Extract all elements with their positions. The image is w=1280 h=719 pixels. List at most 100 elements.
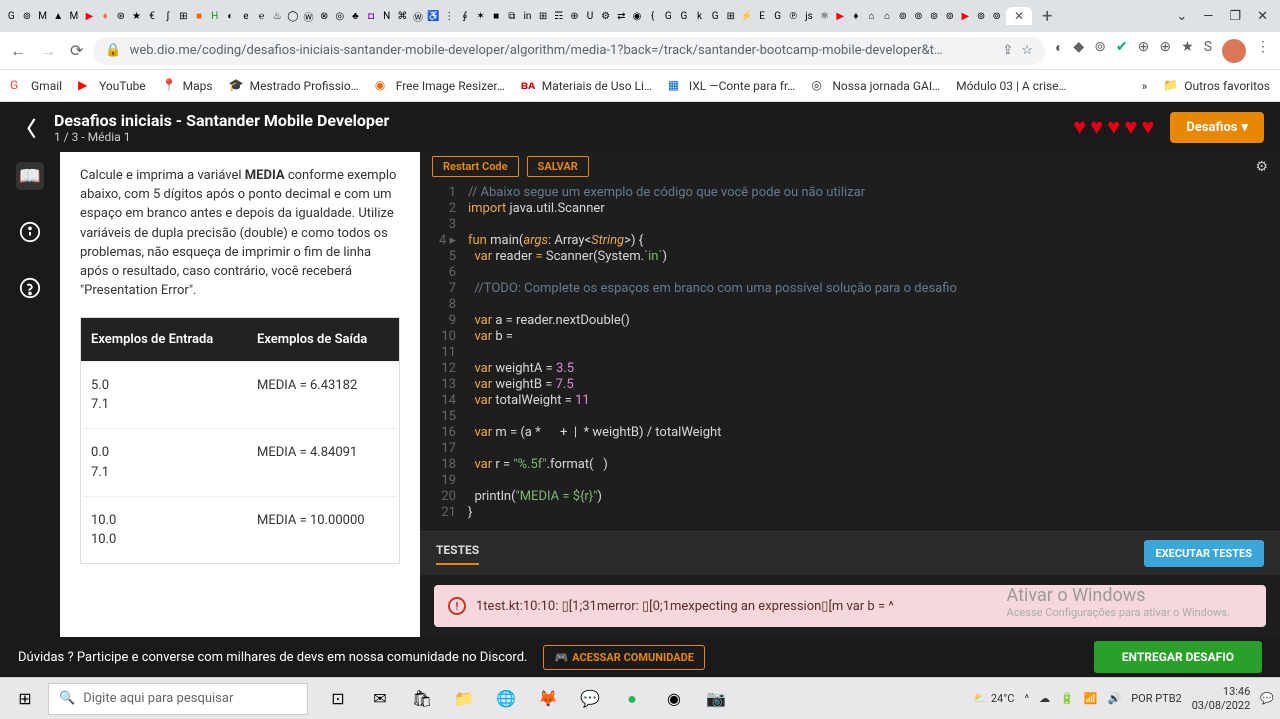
tab-icon[interactable]: ∫: [160, 6, 175, 26]
tab-icon[interactable]: ◎: [332, 6, 347, 26]
mail-icon[interactable]: ✉: [360, 682, 400, 716]
tab-icon[interactable]: N: [379, 6, 394, 26]
url-input[interactable]: 🔒 web.dio.me/coding/desafios-iniciais-sa…: [93, 37, 1045, 65]
extension-icon[interactable]: ✔: [1116, 39, 1128, 63]
tab-icon[interactable]: ◐: [223, 6, 238, 26]
tab-icon[interactable]: ⌘: [395, 6, 410, 26]
tab-icon[interactable]: ⊕: [567, 6, 582, 26]
bookmark-materiais[interactable]: ʙᴀMateriais de Uso Li…: [521, 78, 652, 94]
tab-icon[interactable]: ♿: [426, 6, 441, 26]
tab-icon[interactable]: ⚙: [598, 6, 613, 26]
window-maximize[interactable]: ❐: [1229, 9, 1241, 24]
tab-icon[interactable]: G: [661, 6, 676, 26]
run-tests-button[interactable]: EXECUTAR TESTES: [1144, 540, 1265, 567]
save-button[interactable]: SALVAR: [527, 156, 589, 177]
tab-icon[interactable]: ℗: [786, 6, 801, 26]
tab-icon[interactable]: ♦: [98, 6, 113, 26]
tab-icon[interactable]: ⊚: [989, 6, 1004, 26]
tab-icon[interactable]: e: [239, 6, 254, 26]
tab-icon[interactable]: k: [692, 6, 707, 26]
tab-icon[interactable]: ⌂: [880, 6, 895, 26]
other-bookmarks[interactable]: 📁Outros favoritos: [1163, 78, 1270, 94]
extension-icon[interactable]: ⊕: [1159, 39, 1171, 63]
book-icon[interactable]: 📖: [16, 162, 44, 190]
help-icon[interactable]: [16, 274, 44, 302]
info-icon[interactable]: [16, 218, 44, 246]
tab-icon[interactable]: G: [708, 6, 723, 26]
submit-challenge-button[interactable]: ENTREGAR DESAFIO: [1094, 641, 1262, 673]
tab-icon[interactable]: js: [802, 6, 817, 26]
extension-icon[interactable]: ◆: [1073, 39, 1084, 63]
firefox-icon[interactable]: 🦊: [528, 682, 568, 716]
bookmark-gai[interactable]: ◎Nossa jornada GAI…: [811, 78, 940, 94]
window-minimize[interactable]: —: [1203, 9, 1213, 24]
tab-icon[interactable]: ∮: [458, 6, 473, 26]
tab-icon[interactable]: M: [67, 6, 82, 26]
tray-icon[interactable]: 🔋: [1060, 692, 1074, 705]
tab-icon[interactable]: G: [770, 6, 785, 26]
tab-icon[interactable]: ◉: [630, 6, 645, 26]
code-editor[interactable]: 1// Abaixo segue um exemplo de código qu…: [420, 181, 1280, 531]
tab-icon[interactable]: ⊞: [723, 6, 738, 26]
notification-icon[interactable]: 💬: [1260, 692, 1274, 705]
tab-icon[interactable]: ♣: [348, 6, 363, 26]
start-button[interactable]: ⊞: [6, 682, 44, 716]
bookmark-resizer[interactable]: ◉Free Image Resizer…: [375, 78, 505, 94]
tab-icon[interactable]: Ⓦ: [411, 6, 426, 26]
tab-icon[interactable]: ★: [129, 6, 144, 26]
tab-icon[interactable]: ♨: [270, 6, 285, 26]
share-icon[interactable]: ⇪: [1002, 43, 1013, 58]
bookmark-maps[interactable]: 📍Maps: [162, 78, 213, 94]
tests-tab[interactable]: TESTES: [436, 543, 479, 565]
extension-icon[interactable]: ⊚: [1094, 39, 1106, 63]
tab-icon[interactable]: ℮: [254, 6, 269, 26]
tab-icon[interactable]: ◘: [364, 6, 379, 26]
spotify-icon[interactable]: ●: [612, 682, 652, 716]
tab-icon[interactable]: ■: [192, 6, 207, 26]
tab-icon[interactable]: H: [207, 6, 222, 26]
tab-icon[interactable]: ⊞: [536, 6, 551, 26]
tray-chevron-icon[interactable]: ^: [1024, 692, 1029, 705]
store-icon[interactable]: 🛍: [402, 682, 442, 716]
tab-icon[interactable]: ⊛: [113, 6, 128, 26]
tab-icon[interactable]: U: [583, 6, 598, 26]
app-icon[interactable]: 💬: [570, 682, 610, 716]
explorer-icon[interactable]: 📁: [444, 682, 484, 716]
access-community-button[interactable]: 🎮 ACESSAR COMUNIDADE: [543, 645, 705, 670]
clock[interactable]: 13:46 03/08/2022: [1192, 685, 1251, 711]
tab-icon[interactable]: ⊚: [974, 6, 989, 26]
tab-icon[interactable]: ⊚: [911, 6, 926, 26]
bookmark-youtube[interactable]: ▶YouTube: [78, 78, 146, 94]
tab-icon[interactable]: ⊚: [20, 6, 35, 26]
tab-icon[interactable]: ⊚: [896, 6, 911, 26]
weather-widget[interactable]: ⛅ 24°C: [973, 692, 1014, 705]
window-close[interactable]: ✕: [1257, 9, 1268, 24]
tab-icon[interactable]: ⊗: [317, 6, 332, 26]
tab-icon[interactable]: ⊚: [927, 6, 942, 26]
tabs-dropdown-icon[interactable]: ⌄: [1176, 9, 1187, 24]
tab-icon[interactable]: G: [4, 6, 19, 26]
bookmark-modulo[interactable]: Módulo 03 | A crise…: [956, 79, 1066, 93]
tab-icon[interactable]: ☶: [551, 6, 566, 26]
volume-icon[interactable]: 🔊: [1107, 692, 1121, 705]
tab-icon[interactable]: ◯: [286, 6, 301, 26]
tab-icon[interactable]: ▶: [82, 6, 97, 26]
chrome-icon[interactable]: ◉: [654, 682, 694, 716]
language-indicator[interactable]: POR PTB2: [1131, 692, 1182, 705]
bookmark-ixl[interactable]: ▦IXL —Conte para fr…: [668, 78, 795, 94]
extension-icon[interactable]: ◐: [1055, 39, 1063, 63]
tab-icon[interactable]: ✶: [473, 6, 488, 26]
tab-icon[interactable]: ■: [489, 6, 504, 26]
tab-icon[interactable]: ♦: [849, 6, 864, 26]
tab-icon[interactable]: in: [520, 6, 535, 26]
back-button[interactable]: 〈: [16, 113, 36, 142]
tab-icon[interactable]: ⚛: [817, 6, 832, 26]
nav-back-icon[interactable]: ←: [10, 41, 26, 61]
tab-icon[interactable]: €: [145, 6, 160, 26]
bookmark-mestrado[interactable]: 🎓Mestrado Profissio…: [229, 78, 359, 94]
tab-icon[interactable]: ⊚: [942, 6, 957, 26]
tab-icon[interactable]: ⋮: [442, 6, 457, 26]
tab-icon[interactable]: G: [677, 6, 692, 26]
tab-icon[interactable]: Ⓦ: [301, 6, 316, 26]
close-tab-icon[interactable]: ✕: [1014, 9, 1024, 23]
